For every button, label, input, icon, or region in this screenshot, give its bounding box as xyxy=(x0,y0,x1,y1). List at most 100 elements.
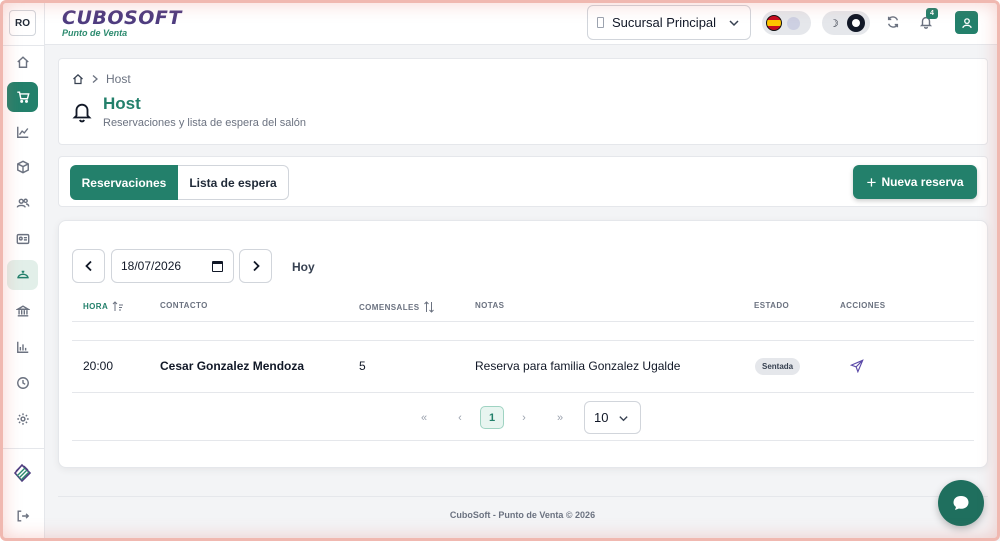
sidebar-divider xyxy=(0,448,45,449)
chat-bubble-icon xyxy=(953,496,969,510)
footer-divider xyxy=(58,496,988,497)
sidebar-item-settings[interactable] xyxy=(7,404,38,434)
cell-notas: Reserva para familia Gonzalez Ugalde xyxy=(475,359,681,373)
column-header-hora-label: HORA xyxy=(83,302,109,311)
home-icon[interactable] xyxy=(72,73,84,85)
last-page-button[interactable]: » xyxy=(548,406,572,429)
branch-label: Sucursal Principal xyxy=(612,15,717,30)
sidebar-item-customers[interactable] xyxy=(7,188,38,218)
spain-flag-icon[interactable] xyxy=(766,15,782,31)
sidebar-item-inventory[interactable] xyxy=(7,152,38,182)
new-reservation-label: Nueva reserva xyxy=(881,175,964,189)
host-icon xyxy=(16,270,29,279)
bank-icon xyxy=(15,305,30,317)
clock-icon xyxy=(16,377,29,389)
sidebar-item-finance[interactable] xyxy=(7,296,38,326)
plus-icon: + xyxy=(866,172,877,192)
logo-tagline: Punto de Venta xyxy=(62,28,128,38)
today-button[interactable]: Hoy xyxy=(292,260,315,274)
tab-reservations[interactable]: Reservaciones xyxy=(70,165,178,200)
chevron-right-icon xyxy=(252,260,260,272)
app-logo[interactable]: CUBOSOFT Punto de Venta xyxy=(62,8,182,38)
sidebar-item-home[interactable] xyxy=(7,47,38,77)
column-header-hora[interactable]: HORA xyxy=(83,301,124,312)
breadcrumb: Host xyxy=(72,72,131,86)
bell-icon xyxy=(72,103,92,123)
notifications-count-badge: 4 xyxy=(926,8,938,19)
user-menu-button[interactable] xyxy=(955,11,978,34)
home-icon xyxy=(16,56,29,68)
previous-page-button[interactable]: ‹ xyxy=(448,406,472,429)
box-icon xyxy=(16,160,29,174)
chevron-left-icon xyxy=(84,260,92,272)
table-header-divider xyxy=(72,321,974,322)
date-input[interactable]: 18/07/2026 xyxy=(111,249,234,283)
logout-button[interactable] xyxy=(7,501,38,531)
user-icon xyxy=(961,17,972,28)
tab-waitlist[interactable]: Lista de espera xyxy=(178,165,289,200)
cart-icon xyxy=(16,91,30,103)
sidebar-item-reports[interactable] xyxy=(7,332,38,362)
column-header-comensales-label: COMENSALES xyxy=(359,302,420,312)
cubosoft-logo-icon xyxy=(12,463,33,488)
branch-selector[interactable]: Sucursal Principal xyxy=(587,5,751,40)
top-header: CUBOSOFT Punto de Venta Sucursal Princip… xyxy=(45,0,1000,45)
chat-button[interactable] xyxy=(938,480,984,526)
bar-chart-icon xyxy=(16,341,28,353)
sidebar-item-history[interactable] xyxy=(7,368,38,398)
status-badge: Sentada xyxy=(755,358,801,375)
new-reservation-button[interactable]: + Nueva reserva xyxy=(853,165,977,199)
page-button-current[interactable]: 1 xyxy=(480,406,504,429)
sort-ascending-icon[interactable] xyxy=(112,301,124,312)
sidebar: RO xyxy=(0,0,45,541)
page-subtitle: Reservaciones y lista de espera del saló… xyxy=(103,117,307,129)
previous-day-button[interactable] xyxy=(72,249,105,283)
refresh-icon xyxy=(887,16,899,28)
next-day-button[interactable] xyxy=(239,249,272,283)
moon-icon: ☽ xyxy=(829,17,839,30)
table-row-divider xyxy=(72,340,974,341)
tabs-card: Reservaciones Lista de espera + Nueva re… xyxy=(58,156,988,207)
reservations-table-card: 18/07/2026 Hoy HORA CONTACTO COMENSALES … xyxy=(58,220,988,468)
logout-icon xyxy=(16,510,29,522)
chevron-down-icon xyxy=(729,20,739,27)
sidebar-item-sales[interactable] xyxy=(7,82,38,112)
table-bottom-divider xyxy=(72,392,974,393)
column-header-notas: NOTAS xyxy=(475,301,505,310)
page-header-card: Host Host Reservaciones y lista de esper… xyxy=(58,58,988,145)
breadcrumb-current: Host xyxy=(106,72,131,86)
theme-toggle[interactable]: ☽ xyxy=(822,11,870,35)
cell-contacto: Cesar Gonzalez Mendoza xyxy=(160,359,305,373)
sort-icon[interactable] xyxy=(423,301,435,313)
cell-hora: 20:00 xyxy=(83,359,114,373)
language-toggle[interactable] xyxy=(762,11,811,35)
page-size-select[interactable]: 10 xyxy=(584,401,641,434)
send-icon[interactable] xyxy=(850,359,864,373)
chart-line-icon xyxy=(16,126,28,138)
pagination-divider xyxy=(72,440,974,441)
theme-switch-knob xyxy=(846,14,865,32)
sidebar-divider xyxy=(0,45,45,46)
gear-icon xyxy=(16,413,29,425)
calendar-icon[interactable] xyxy=(212,261,223,272)
column-header-estado: ESTADO xyxy=(754,301,790,310)
first-page-button[interactable]: « xyxy=(412,406,436,429)
chevron-right-icon xyxy=(92,75,98,83)
users-icon xyxy=(16,198,29,208)
column-header-comensales[interactable]: COMENSALES xyxy=(359,301,435,313)
uk-flag-icon[interactable] xyxy=(787,16,800,30)
id-card-icon xyxy=(16,233,29,245)
user-initials-badge[interactable]: RO xyxy=(9,10,36,36)
column-header-acciones: ACCIONES xyxy=(840,301,886,310)
refresh-button[interactable] xyxy=(884,13,902,31)
sidebar-item-analytics[interactable] xyxy=(7,117,38,147)
date-value: 18/07/2026 xyxy=(121,259,182,273)
cell-comensales: 5 xyxy=(359,359,366,373)
sidebar-item-employees[interactable] xyxy=(7,224,38,254)
logo-wordmark: CUBOSOFT xyxy=(62,7,182,29)
sidebar-item-host[interactable] xyxy=(7,260,38,290)
column-header-contacto: CONTACTO xyxy=(160,301,208,310)
building-icon xyxy=(597,17,604,28)
chevron-down-icon xyxy=(619,416,628,422)
next-page-button[interactable]: › xyxy=(512,406,536,429)
